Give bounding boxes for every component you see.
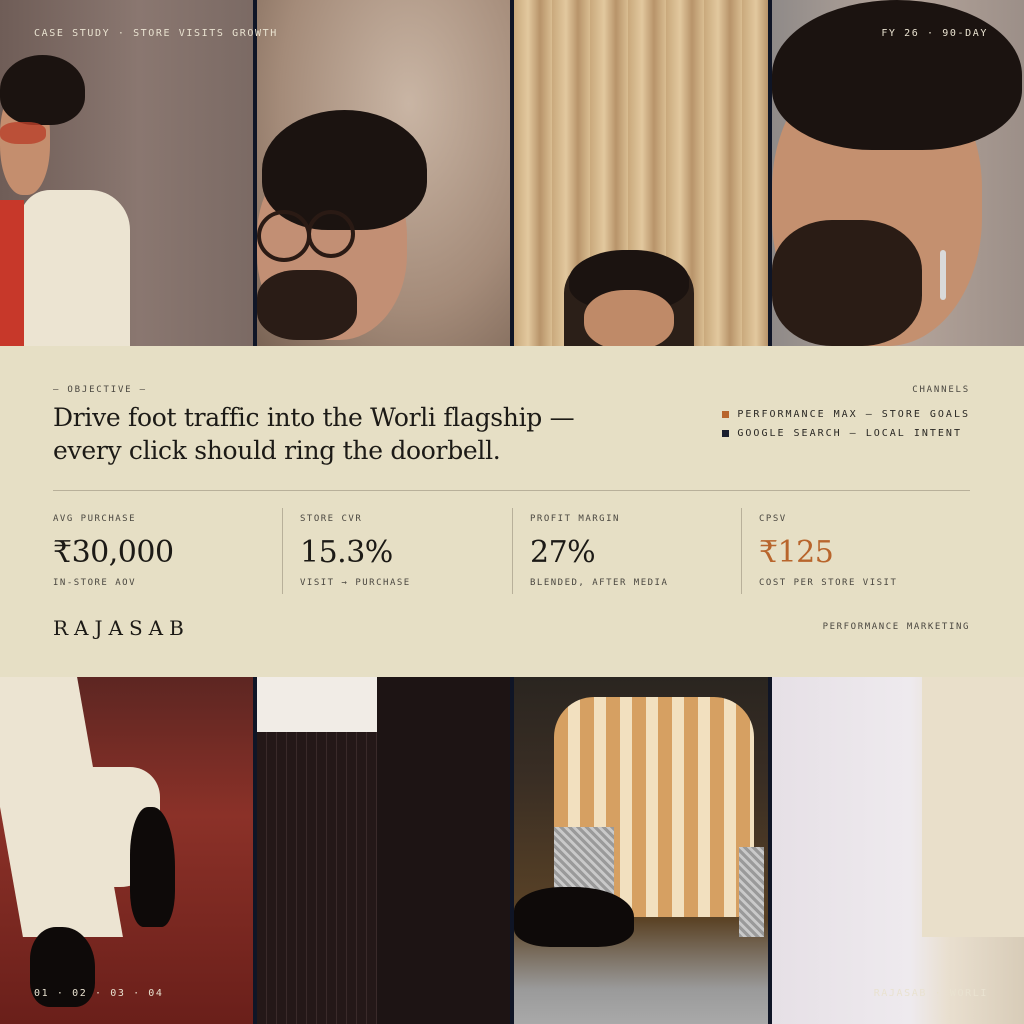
photo-pinstripe-trousers [257,677,510,1024]
channels-list: PERFORMANCE MAX — STORE GOALS GOOGLE SEA… [722,405,970,443]
photo-trousers-loafers [0,677,253,1024]
metric-caption: VISIT → PURCHASE [300,578,411,588]
photo-cream-blazer [772,677,1024,1024]
channel-label: GOOGLE SEARCH — LOCAL INTENT [737,428,962,439]
objective-line-2: every click should ring the doorbell. [53,436,501,465]
metric-label: PROFIT MARGIN [530,514,620,524]
metric-value: 27% [530,535,596,570]
channel-item: GOOGLE SEARCH — LOCAL INTENT [722,424,970,443]
objective-line-1: Drive foot traffic into the Worli flagsh… [53,403,575,432]
photo-man-cream-suit [0,0,253,350]
objective-headline: Drive foot traffic into the Worli flagsh… [53,401,613,467]
metric-value: ₹125 [759,535,834,570]
footer-location-label: RAJASAB · WORLI [873,988,988,999]
metric-caption: IN-STORE AOV [53,578,137,588]
photo-man-glasses [257,0,510,346]
divider [53,490,970,491]
case-study-panel: — OBJECTIVE — Drive foot traffic into th… [0,346,1024,677]
metric-store-cvr: STORE CVR 15.3% VISIT → PURCHASE [282,508,510,594]
metric-profit-margin: PROFIT MARGIN 27% BLENDED, AFTER MEDIA [512,508,740,594]
metric-caption: BLENDED, AFTER MEDIA [530,578,669,588]
brand-wordmark: RAJASAB [53,616,190,640]
channel-item: PERFORMANCE MAX — STORE GOALS [722,405,970,424]
header-case-study-label: CASE STUDY · STORE VISITS GROWTH [34,28,278,39]
header-period-label: FY 26 · 90-DAY [881,28,988,39]
photo-man-curtains [514,0,768,350]
channel-label: PERFORMANCE MAX — STORE GOALS [737,409,970,420]
metric-label: STORE CVR [300,514,363,524]
metric-caption: COST PER STORE VISIT [759,578,898,588]
channels-label: CHANNELS [912,385,970,395]
metric-avg-purchase: AVG PURCHASE ₹30,000 IN-STORE AOV [53,508,273,594]
tagline: PERFORMANCE MARKETING [822,622,970,632]
photo-man-earring [772,0,1024,346]
photo-rug-socks [514,677,768,1024]
metric-value: ₹30,000 [53,535,174,570]
metric-cpsv: CPSV ₹125 COST PER STORE VISIT [741,508,979,594]
channel-swatch-google-search [722,430,730,437]
metric-label: CPSV [759,514,787,524]
footer-pagination: 01 · 02 · 03 · 04 [34,988,164,999]
metric-value: 15.3% [300,535,393,570]
channel-swatch-performance-max [722,411,730,418]
metric-label: AVG PURCHASE [53,514,137,524]
objective-eyebrow: — OBJECTIVE — [53,385,147,395]
